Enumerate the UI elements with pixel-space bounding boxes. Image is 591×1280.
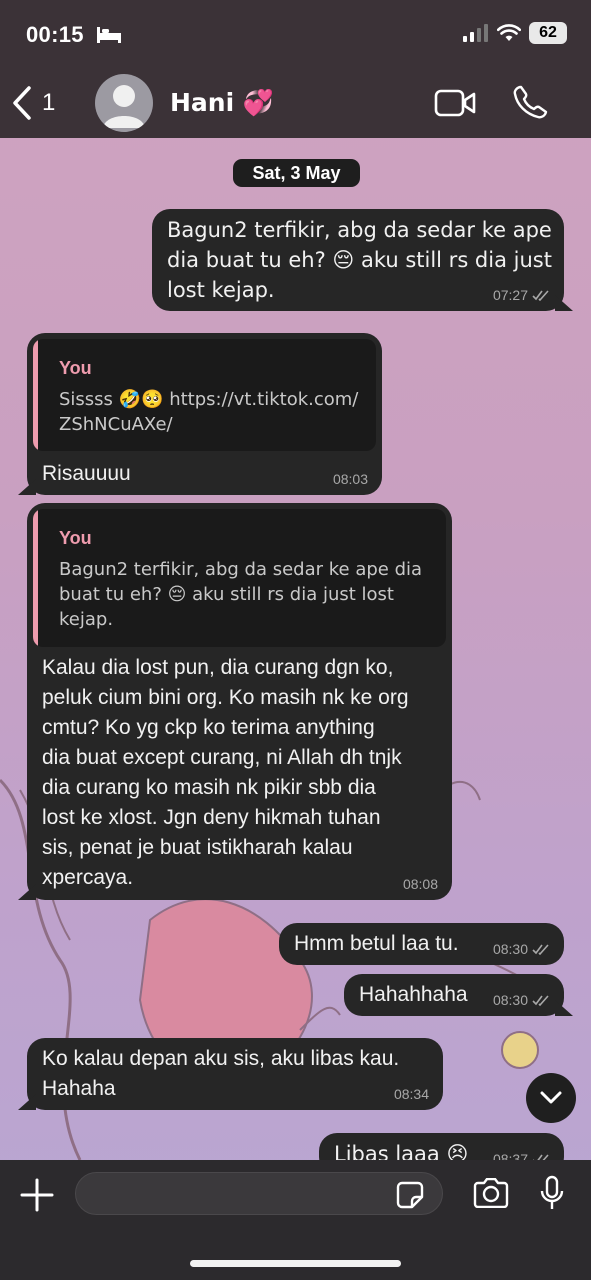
message-bubble-incoming[interactable]: You Bagun2 terfikir, abg da sedar ke ape… [27,503,452,900]
chevron-left-icon [13,86,31,120]
message-line: Bagun2 terfikir, abg da sedar ke ape [167,218,552,242]
message-bubble-incoming[interactable]: Ko kalau depan aku sis, aku libas kau. H… [27,1038,443,1110]
message-bubble-outgoing[interactable]: Hmm betul laa tu. 08:30 [279,923,564,965]
message-time: 08:34 [393,1086,429,1102]
quote-line: Sissss 🤣🥺 https://vt.tiktok.com/ [59,389,359,410]
message-line: peluk cium bini org. Ko masih nk ke org [42,686,409,709]
back-button[interactable]: 1 [12,86,55,120]
wifi-icon [497,24,521,41]
message-bubble-outgoing[interactable]: Bagun2 terfikir, abg da sedar ke ape dia… [152,209,564,311]
message-line: dia curang ko masih nk pikir sbb dia [42,776,376,799]
microphone-icon[interactable] [540,1175,564,1211]
message-line: Risauuuu [42,462,131,485]
message-line: Hmm betul laa tu. [294,932,459,955]
default-avatar-icon [103,85,145,128]
message-line: Hahahhaha [359,983,468,1006]
message-line: cmtu? Ko yg ckp ko terima anything [42,716,375,739]
quoted-message[interactable]: You Sissss 🤣🥺 https://vt.tiktok.com/ ZSh… [33,339,376,451]
message-line: Hahaha [42,1077,116,1100]
contact-name[interactable]: Hani 💞 [170,88,274,118]
message-line: xpercaya. [42,866,134,889]
double-check-icon [532,943,549,955]
chat-screen: 00:15 62 1 Hani 💞 Sat, 3 May Bagun2 terf… [0,0,591,1280]
quote-accent-bar [33,339,38,451]
message-line: Ko kalau depan aku sis, aku libas kau. [42,1047,400,1070]
scroll-to-bottom-button[interactable] [526,1073,576,1123]
quote-line: kejap. [59,609,114,630]
quote-line: Bagun2 terfikir, abg da sedar ke ape dia [59,559,423,580]
quote-line: ZShNCuAXe/ [59,414,173,435]
camera-icon[interactable] [472,1178,510,1208]
message-time: 08:03 [332,471,368,487]
date-separator: Sat, 3 May [233,159,360,187]
unread-count: 1 [42,89,56,116]
chevron-down-icon [540,1091,562,1104]
double-check-icon [532,289,549,301]
quoted-message[interactable]: You Bagun2 terfikir, abg da sedar ke ape… [33,509,446,647]
message-bubble-outgoing[interactable]: Hahahhaha 08:30 [344,974,564,1016]
status-time: 00:15 [26,22,84,47]
message-time: 07:27 [492,287,528,303]
double-check-icon [532,994,549,1006]
message-line: Kalau dia lost pun, dia curang dgn ko, [42,656,394,679]
phone-icon[interactable] [512,84,548,120]
home-indicator [190,1260,401,1267]
video-camera-icon[interactable] [434,88,476,118]
message-time: 08:08 [402,876,438,892]
quote-author: You [59,528,92,548]
quote-author: You [59,358,92,378]
message-line: dia buat except curang, ni Allah dh tnjk [42,746,402,769]
message-time: 08:30 [492,992,528,1008]
message-bubble-incoming[interactable]: You Sissss 🤣🥺 https://vt.tiktok.com/ ZSh… [27,333,382,495]
message-line: lost ke xlost. Jgn deny hikmah tuhan [42,806,381,829]
message-line: sis, penat je buat istikharah kalau [42,836,353,859]
avatar[interactable] [95,74,153,132]
status-indicators: 62 [463,22,567,44]
sleep-focus-icon [97,27,121,43]
chat-header: 00:15 62 1 Hani 💞 [0,0,591,138]
cellular-signal-icon [463,24,488,42]
message-line: dia buat tu eh? 😔 aku still rs dia just [167,248,552,272]
message-time: 08:30 [492,941,528,957]
message-input[interactable] [75,1172,443,1215]
plus-icon[interactable] [20,1178,54,1212]
sticker-icon[interactable] [396,1181,424,1209]
quote-accent-bar [33,509,38,647]
battery-indicator: 62 [529,22,567,44]
quote-line: buat tu eh? 😔 aku still rs dia just lost [59,584,394,605]
